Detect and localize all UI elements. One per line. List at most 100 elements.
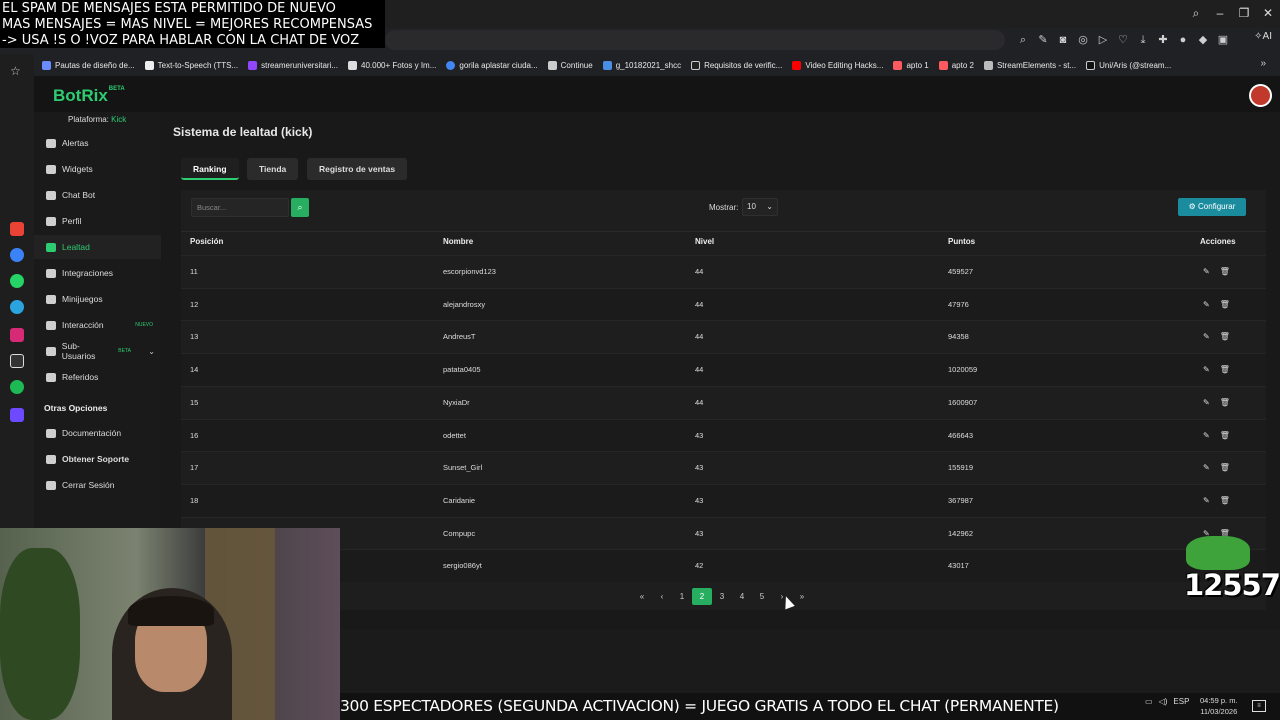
trash-icon[interactable]: 🗑 bbox=[1220, 463, 1230, 472]
edit-icon[interactable]: ✎ bbox=[1203, 332, 1210, 341]
sidebar-item-referidos[interactable]: Referidos bbox=[34, 365, 161, 389]
bookmark-item[interactable]: apto 1 bbox=[893, 60, 929, 70]
network-icon[interactable]: ▭ bbox=[1145, 697, 1153, 706]
close-button[interactable]: ✕ bbox=[1256, 0, 1280, 28]
sidebar-item-minijuegos[interactable]: Minijuegos bbox=[34, 287, 161, 311]
trash-icon[interactable]: 🗑 bbox=[1220, 496, 1230, 505]
edit-icon[interactable]: ✎ bbox=[1203, 496, 1210, 505]
minimize-button[interactable]: – bbox=[1208, 0, 1232, 28]
edit-icon[interactable]: ✎ bbox=[1203, 300, 1210, 309]
page-button[interactable]: 1 bbox=[672, 588, 692, 605]
search-icon[interactable]: ⌕ bbox=[1184, 0, 1208, 28]
bookmark-item[interactable]: Requisitos de verific... bbox=[691, 60, 782, 70]
webcam-feed bbox=[0, 528, 340, 720]
sidebar-item-widgets[interactable]: Widgets bbox=[34, 157, 161, 181]
search-button[interactable]: ⌕ bbox=[291, 198, 309, 217]
camera-icon[interactable]: ◙ bbox=[1055, 31, 1071, 49]
bookmark-item[interactable]: apto 2 bbox=[938, 60, 974, 70]
cell-points: 466643 bbox=[948, 430, 974, 440]
star-icon[interactable]: ☆ bbox=[10, 64, 21, 78]
sidebar-item-subusuarios[interactable]: Sub-Usuarios BETA ⌄ bbox=[34, 339, 161, 363]
botrix-logo[interactable]: BotRixBETA bbox=[53, 86, 125, 106]
profile-icon[interactable]: ● bbox=[1175, 31, 1191, 49]
heart-icon[interactable]: ♡ bbox=[1115, 31, 1131, 49]
zoom-icon[interactable]: ⌕ bbox=[1015, 31, 1031, 49]
edit-icon[interactable]: ✎ bbox=[1203, 365, 1210, 374]
page-button[interactable]: 3 bbox=[712, 588, 732, 605]
last-page-button[interactable]: » bbox=[792, 588, 812, 605]
whatsapp-icon[interactable] bbox=[10, 274, 24, 288]
player-icon[interactable] bbox=[10, 408, 24, 422]
bookmark-item[interactable]: Video Editing Hacks... bbox=[792, 60, 883, 70]
system-clock[interactable]: 04:59 p. m. 11/03/2026 bbox=[1200, 695, 1238, 717]
page-button-current[interactable]: 2 bbox=[692, 588, 712, 605]
play-icon[interactable]: ▷ bbox=[1095, 31, 1111, 49]
edit-icon[interactable]: ✎ bbox=[1203, 267, 1210, 276]
sidebar-item-chatbot[interactable]: Chat Bot bbox=[34, 183, 161, 207]
bookmark-item[interactable]: streameruniversitari... bbox=[248, 60, 338, 70]
shield-icon[interactable]: ◎ bbox=[1075, 31, 1091, 49]
sidebar-item-lealtad[interactable]: Lealtad bbox=[34, 235, 161, 259]
configure-button[interactable]: ⚙ Configurar bbox=[1178, 198, 1246, 216]
trash-icon[interactable]: 🗑 bbox=[1220, 300, 1230, 309]
sidebar-item-alertas[interactable]: Alertas bbox=[34, 131, 161, 155]
page-button[interactable]: 5 bbox=[752, 588, 772, 605]
bookmark-item[interactable]: Continue bbox=[547, 60, 593, 70]
bookmark-item[interactable]: 40.000+ Fotos y Im... bbox=[348, 60, 436, 70]
sidebar-item-cerrar-sesion[interactable]: Cerrar Sesión bbox=[34, 473, 161, 497]
sidebar-item-interaccion[interactable]: Interacción NUEVO bbox=[34, 313, 161, 337]
cube-icon[interactable]: ▣ bbox=[1215, 31, 1231, 49]
first-page-button[interactable]: « bbox=[632, 588, 652, 605]
tab-registro-ventas[interactable]: Registro de ventas bbox=[307, 158, 408, 180]
column-header-posicion[interactable]: Posición bbox=[190, 237, 223, 246]
sidebar-item-documentacion[interactable]: Documentación bbox=[34, 421, 161, 445]
sidebar-item-integraciones[interactable]: Integraciones bbox=[34, 261, 161, 285]
search-input[interactable] bbox=[191, 198, 289, 217]
column-header-puntos[interactable]: Puntos bbox=[948, 237, 975, 246]
download-icon[interactable]: ⤓ bbox=[1135, 31, 1151, 49]
x-icon[interactable] bbox=[10, 354, 24, 368]
notification-icon[interactable]: ≡ bbox=[1252, 700, 1266, 712]
column-header-nombre[interactable]: Nombre bbox=[443, 237, 473, 246]
prev-page-button[interactable]: ‹ bbox=[652, 588, 672, 605]
bookmark-item[interactable]: Pautas de diseño de... bbox=[42, 60, 135, 70]
user-avatar[interactable] bbox=[1249, 84, 1272, 107]
edit-icon[interactable]: ✎ bbox=[1203, 431, 1210, 440]
extension-icon[interactable]: ✚ bbox=[1155, 31, 1171, 49]
edit-icon[interactable]: ✎ bbox=[1203, 463, 1210, 472]
address-bar[interactable] bbox=[385, 30, 1005, 50]
bookmark-item[interactable]: g_10182021_shcc bbox=[602, 60, 681, 70]
edit-icon[interactable]: ✎ bbox=[1203, 398, 1210, 407]
sidebar-item-perfil[interactable]: Perfil bbox=[34, 209, 161, 233]
cell-pos: 17 bbox=[190, 463, 199, 473]
instagram-icon[interactable] bbox=[10, 328, 24, 342]
page-button[interactable]: 4 bbox=[732, 588, 752, 605]
tab-ranking[interactable]: Ranking bbox=[181, 158, 239, 180]
volume-icon[interactable]: ◁) bbox=[1159, 697, 1168, 706]
language-indicator[interactable]: ESP bbox=[1173, 697, 1189, 706]
restore-button[interactable]: ❐ bbox=[1232, 0, 1256, 28]
messenger-icon[interactable] bbox=[10, 248, 24, 262]
trash-icon[interactable]: 🗑 bbox=[1220, 365, 1230, 374]
telegram-icon[interactable] bbox=[10, 300, 24, 314]
bookmark-item[interactable]: Text-to-Speech (TTS... bbox=[144, 60, 239, 70]
diamond-icon[interactable]: ◆ bbox=[1195, 31, 1211, 49]
trash-icon[interactable]: 🗑 bbox=[1220, 332, 1230, 341]
bookmark-label: Text-to-Speech (TTS... bbox=[157, 60, 239, 70]
bookmark-item[interactable]: Uni/Aris (@stream... bbox=[1086, 60, 1171, 70]
sidebar-item-soporte[interactable]: Obtener Soporte bbox=[34, 447, 161, 471]
bookmark-item[interactable]: gorila aplastar ciuda... bbox=[446, 60, 538, 70]
column-header-nivel[interactable]: Nivel bbox=[695, 237, 714, 246]
trash-icon[interactable]: 🗑 bbox=[1220, 431, 1230, 440]
sparkle-icon: ✧ bbox=[1254, 31, 1263, 42]
edit-icon[interactable]: ✎ bbox=[1035, 31, 1051, 49]
spotify-icon[interactable] bbox=[10, 380, 24, 394]
page-size-select[interactable]: 10 ⌄ bbox=[742, 198, 778, 216]
tab-tienda[interactable]: Tienda bbox=[247, 158, 299, 180]
trash-icon[interactable]: 🗑 bbox=[1220, 398, 1230, 407]
trash-icon[interactable]: 🗑 bbox=[1220, 267, 1230, 276]
bookmarks-overflow-icon[interactable]: » bbox=[1260, 58, 1266, 69]
bookmark-item[interactable]: StreamElements - st... bbox=[983, 60, 1076, 70]
gmail-icon[interactable] bbox=[10, 222, 24, 236]
ai-button[interactable]: ✧AI bbox=[1254, 31, 1272, 42]
